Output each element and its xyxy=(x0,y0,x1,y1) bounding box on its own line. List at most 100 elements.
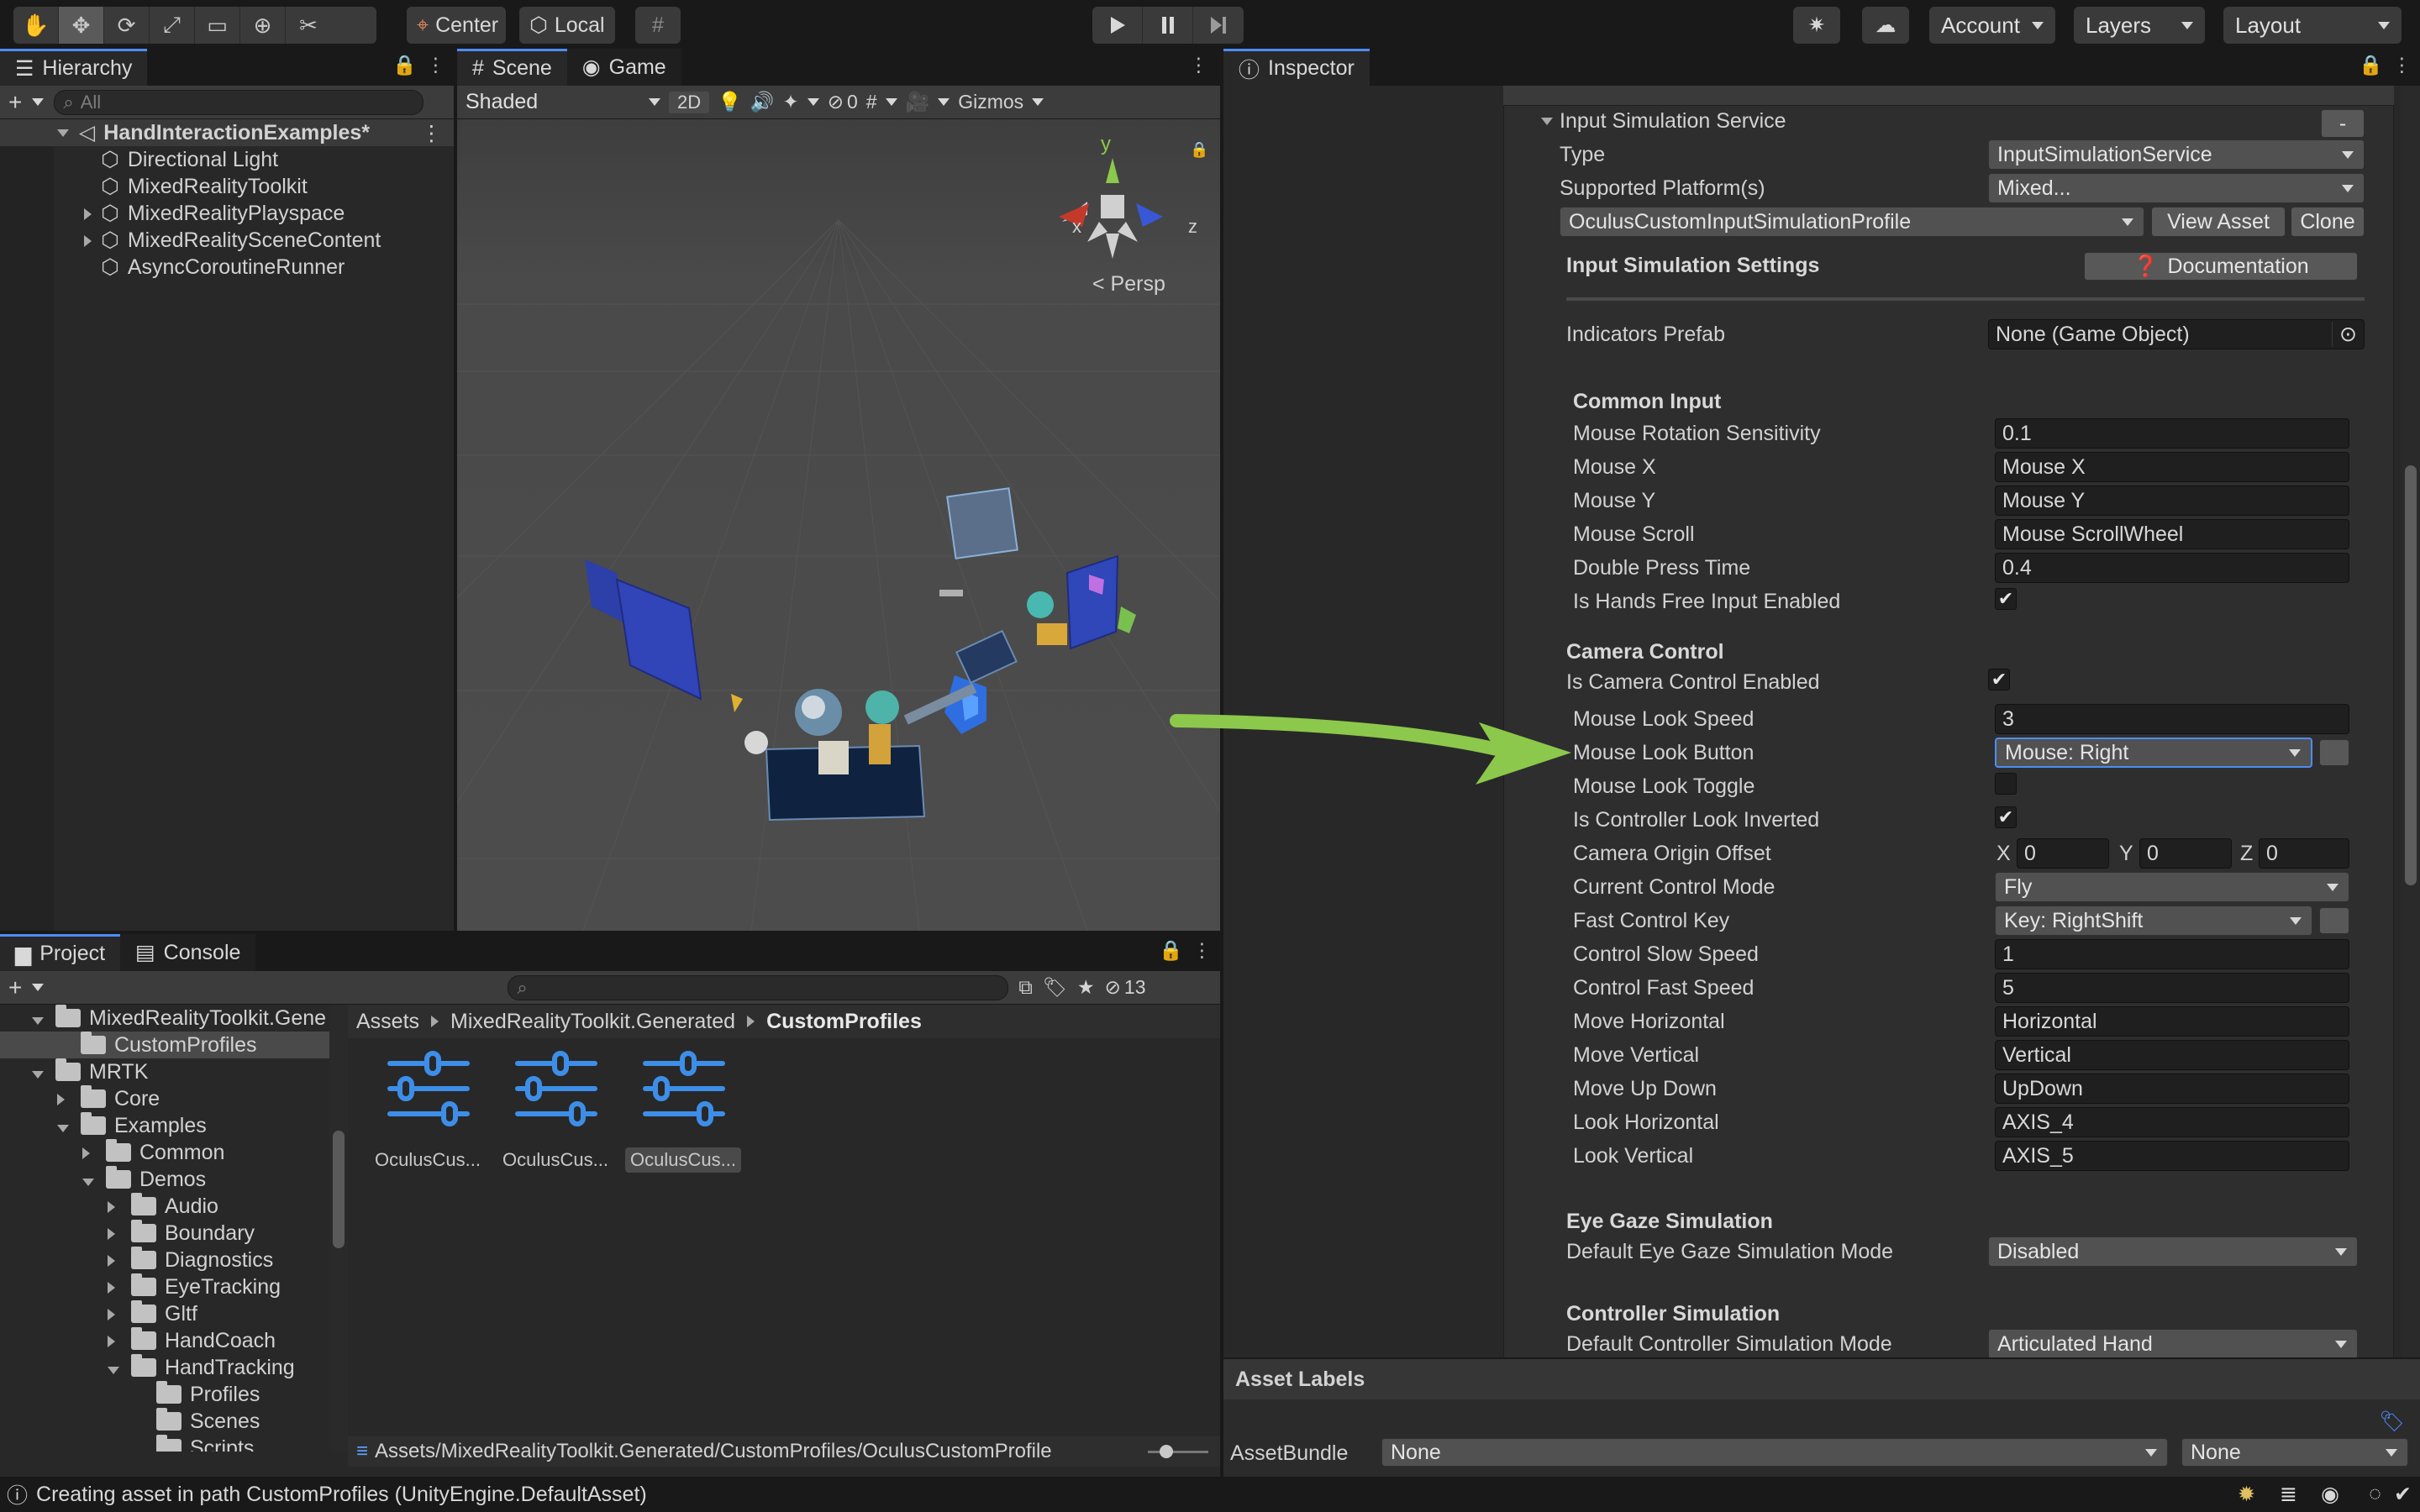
scene-row[interactable]: ◁ HandInteractionExamples* ⋮ xyxy=(0,119,454,146)
chevron-down-icon[interactable] xyxy=(108,1356,131,1380)
camera-icon[interactable]: 🎥 xyxy=(906,91,930,113)
chevron-right-icon[interactable] xyxy=(108,1194,131,1219)
chevron-right-icon[interactable] xyxy=(108,1248,131,1273)
toggle-2d-button[interactable]: 2D xyxy=(669,91,710,113)
project-folder-item[interactable]: HandCoach xyxy=(0,1327,329,1354)
type-dropdown[interactable]: InputSimulationService xyxy=(1988,139,2365,170)
shading-mode-dropdown[interactable]: Shaded xyxy=(466,90,660,114)
look-horizontal-field[interactable]: AXIS_4 xyxy=(1995,1107,2349,1137)
chevron-down-icon[interactable] xyxy=(32,984,45,991)
tree-scrollbar[interactable] xyxy=(329,1005,348,1452)
lock-icon[interactable]: 🔒 xyxy=(392,54,417,76)
chevron-right-icon[interactable] xyxy=(108,1275,131,1299)
audio-icon[interactable]: 🔊 xyxy=(750,91,775,113)
inspector-scrollbar[interactable] xyxy=(2402,86,2420,1398)
view-asset-button[interactable]: View Asset xyxy=(2151,207,2286,237)
icon-size-slider[interactable] xyxy=(1148,1451,1208,1453)
scale-tool-icon[interactable]: ⤢ xyxy=(150,7,195,44)
indicators-prefab-field[interactable]: None (Game Object) ⊙ xyxy=(1988,319,2365,349)
project-folder-item[interactable]: Boundary xyxy=(0,1220,329,1247)
auto-generate-lighting-icon[interactable]: ◉ xyxy=(2321,1482,2339,1507)
chevron-right-icon[interactable] xyxy=(57,1087,81,1111)
mouse-scroll-field[interactable]: Mouse ScrollWheel xyxy=(1995,519,2349,549)
hand-tool-icon[interactable]: ✋ xyxy=(13,7,59,44)
mouse-x-field[interactable]: Mouse X xyxy=(1995,452,2349,482)
space-toggle[interactable]: ⬡ Local xyxy=(519,7,615,44)
controller-look-inverted-checkbox[interactable]: ✔ xyxy=(1995,806,2017,828)
inspector-scrollbar-thumb[interactable] xyxy=(2405,465,2417,885)
service-title[interactable]: Input Simulation Service xyxy=(1560,109,1786,134)
project-folder-item[interactable]: HandTracking xyxy=(0,1354,329,1381)
offset-x-field[interactable]: 0 xyxy=(2017,838,2109,869)
breadcrumb-customprofiles[interactable]: CustomProfiles xyxy=(766,1010,922,1034)
effects-icon[interactable]: ✦ xyxy=(782,91,798,113)
custom-tool-icon[interactable]: ✂ xyxy=(286,7,331,44)
more-menu-icon[interactable]: ⋮ xyxy=(421,121,442,146)
current-control-mode-dropdown[interactable]: Fly xyxy=(1995,872,2349,902)
scene-viewport[interactable]: y x z 🔒 < Persp xyxy=(457,119,1220,931)
look-vertical-field[interactable]: AXIS_5 xyxy=(1995,1141,2349,1171)
chevron-down-icon[interactable] xyxy=(885,98,897,106)
mouse-rotation-sensitivity-field[interactable]: 0.1 xyxy=(1995,418,2349,449)
chevron-down-icon[interactable] xyxy=(32,1006,55,1031)
project-folder-item[interactable]: MRTK xyxy=(0,1058,329,1085)
project-folder-item[interactable]: Scripts xyxy=(0,1435,329,1452)
offset-z-field[interactable]: 0 xyxy=(2259,838,2349,869)
tab-inspector[interactable]: ⓘ Inspector xyxy=(1223,49,1370,86)
project-search-input[interactable]: ⌕ xyxy=(508,974,1009,1000)
mouse-y-field[interactable]: Mouse Y xyxy=(1995,486,2349,516)
camera-enabled-checkbox[interactable]: ✔ xyxy=(1988,669,2010,690)
project-folder-item[interactable]: Core xyxy=(0,1085,329,1112)
lighting-icon[interactable]: 💡 xyxy=(718,91,742,113)
project-folder-item[interactable]: Gltf xyxy=(0,1300,329,1327)
project-folder-item[interactable]: Examples xyxy=(0,1112,329,1139)
project-folder-item[interactable]: CustomProfiles xyxy=(0,1032,329,1058)
fast-control-key-bind[interactable] xyxy=(2319,907,2349,934)
breadcrumb-assets[interactable]: Assets xyxy=(356,1010,419,1034)
mouse-look-speed-field[interactable]: 3 xyxy=(1995,704,2349,734)
chevron-down-icon[interactable] xyxy=(57,129,69,137)
chevron-down-icon[interactable] xyxy=(1032,98,1044,106)
tree-scrollbar-thumb[interactable] xyxy=(333,1131,345,1248)
tab-project[interactable]: ▆ Project xyxy=(0,934,121,971)
clone-button[interactable]: Clone xyxy=(2291,207,2365,237)
controller-mode-dropdown[interactable]: Articulated Hand xyxy=(1988,1329,2358,1359)
rotate-tool-icon[interactable]: ⟳ xyxy=(104,7,150,44)
asset-bundle-dropdown[interactable]: None xyxy=(1381,1438,2168,1467)
chevron-right-icon[interactable] xyxy=(108,1302,131,1326)
more-menu-icon[interactable]: ⋮ xyxy=(1192,939,1212,962)
remove-service-button[interactable]: - xyxy=(2321,109,2365,138)
asset-tile[interactable]: OculusCus... xyxy=(497,1048,615,1183)
cache-server-icon[interactable]: ≣ xyxy=(2280,1482,2297,1507)
hierarchy-search-input[interactable]: ⌕ All xyxy=(54,89,424,115)
step-icon[interactable] xyxy=(1193,7,1244,44)
chevron-down-icon[interactable] xyxy=(1541,118,1553,125)
control-slow-speed-field[interactable]: 1 xyxy=(1995,939,2349,969)
project-folder-item[interactable]: MixedRealityToolkit.Gene xyxy=(0,1005,329,1032)
layout-dropdown[interactable]: Layout xyxy=(2223,7,2402,44)
hierarchy-item[interactable]: ⬡ MixedRealitySceneContent xyxy=(0,227,454,254)
icon-size-slider-thumb[interactable] xyxy=(1160,1445,1173,1458)
account-dropdown[interactable]: Account xyxy=(1929,7,2055,44)
chevron-down-icon[interactable] xyxy=(82,1168,106,1192)
chevron-down-icon[interactable] xyxy=(938,98,950,106)
lock-icon[interactable]: 🔒 xyxy=(1159,939,1183,962)
hierarchy-item[interactable]: ⬡ AsyncCoroutineRunner xyxy=(0,254,454,281)
tab-game[interactable]: ◉ Game xyxy=(566,49,681,86)
services-button[interactable]: ✷ xyxy=(1793,7,1840,44)
move-vertical-field[interactable]: Vertical xyxy=(1995,1040,2349,1070)
chevron-right-icon[interactable] xyxy=(84,202,101,226)
orientation-gizmo[interactable] xyxy=(1045,141,1180,276)
more-menu-icon[interactable]: ⋮ xyxy=(1189,54,1208,76)
add-icon[interactable]: + xyxy=(8,974,22,1001)
status-check-icon[interactable]: ✔ xyxy=(2394,1482,2412,1507)
cloud-button[interactable]: ☁ xyxy=(1862,7,1909,44)
breadcrumb-generated[interactable]: MixedRealityToolkit.Generated xyxy=(450,1010,735,1034)
hidden-packages-toggle[interactable]: ⊘ 13 xyxy=(1105,976,1146,999)
filter-by-type-icon[interactable]: ⧉ xyxy=(1018,976,1032,999)
offset-y-field[interactable]: 0 xyxy=(2139,838,2232,869)
transform-tool-icon[interactable]: ⊕ xyxy=(240,7,286,44)
move-up-down-field[interactable]: UpDown xyxy=(1995,1074,2349,1104)
grid-snap-toggle[interactable]: # xyxy=(635,7,681,44)
fast-control-key-dropdown[interactable]: Key: RightShift xyxy=(1995,906,2312,936)
